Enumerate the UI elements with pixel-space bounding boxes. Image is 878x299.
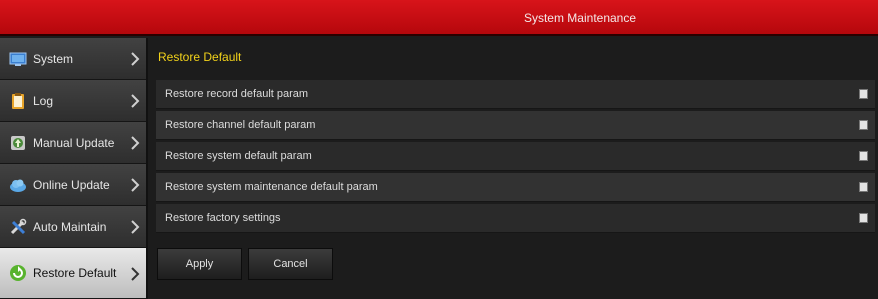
- clipboard-icon: [12, 93, 24, 109]
- sidebar-item-system[interactable]: System: [0, 38, 146, 80]
- cloud-icon: [10, 179, 26, 192]
- option-row-restore-factory[interactable]: Restore factory settings: [156, 204, 875, 233]
- chevron-right-icon: [131, 52, 140, 66]
- sidebar-item-online-update[interactable]: Online Update: [0, 164, 146, 206]
- chevron-right-icon: [131, 267, 140, 281]
- monitor-icon: [9, 52, 27, 66]
- option-label: Restore system maintenance default param: [165, 181, 378, 193]
- option-row-restore-record[interactable]: Restore record default param: [156, 80, 875, 109]
- section-title: Restore Default: [158, 50, 242, 64]
- title-bar: System Maintenance: [0, 0, 878, 36]
- sidebar-item-auto-maintain[interactable]: Auto Maintain: [0, 206, 146, 248]
- sidebar-item-log[interactable]: Log: [0, 80, 146, 122]
- option-label: Restore record default param: [165, 88, 309, 100]
- tools-icon: [10, 218, 27, 235]
- manual-update-icon: [11, 136, 25, 150]
- sidebar-item-restore-default[interactable]: Restore Default: [0, 248, 146, 299]
- sidebar-item-manual-update[interactable]: Manual Update: [0, 122, 146, 164]
- restore-record-checkbox[interactable]: [859, 89, 868, 99]
- chevron-right-icon: [131, 220, 140, 234]
- chevron-right-icon: [131, 136, 140, 150]
- sidebar-item-label: Log: [33, 94, 54, 108]
- restore-icon: [10, 265, 26, 281]
- sidebar-item-label: Online Update: [33, 178, 110, 192]
- option-label: Restore factory settings: [165, 212, 281, 224]
- restore-channel-checkbox[interactable]: [859, 120, 868, 130]
- apply-button[interactable]: Apply: [157, 248, 242, 280]
- chevron-right-icon: [131, 94, 140, 108]
- option-row-restore-system[interactable]: Restore system default param: [156, 142, 875, 171]
- sidebar-item-label: Auto Maintain: [33, 220, 107, 234]
- cancel-button[interactable]: Cancel: [248, 248, 333, 280]
- option-label: Restore system default param: [165, 150, 312, 162]
- sidebar-item-label: Restore Default: [33, 266, 117, 280]
- restore-system-maintenance-checkbox[interactable]: [859, 182, 868, 192]
- sidebar: System Log Manual Update Online Update A…: [0, 38, 148, 299]
- sidebar-item-label: Manual Update: [33, 136, 115, 150]
- sidebar-item-label: System: [33, 52, 74, 66]
- chevron-right-icon: [131, 178, 140, 192]
- restore-factory-checkbox[interactable]: [859, 213, 868, 223]
- option-row-restore-channel[interactable]: Restore channel default param: [156, 111, 875, 140]
- system-maintenance-window: System Maintenance System Log Manual Upd…: [0, 0, 878, 299]
- restore-system-checkbox[interactable]: [859, 151, 868, 161]
- option-label: Restore channel default param: [165, 119, 316, 131]
- option-row-restore-system-maintenance[interactable]: Restore system maintenance default param: [156, 173, 875, 202]
- window-title: System Maintenance: [523, 11, 637, 25]
